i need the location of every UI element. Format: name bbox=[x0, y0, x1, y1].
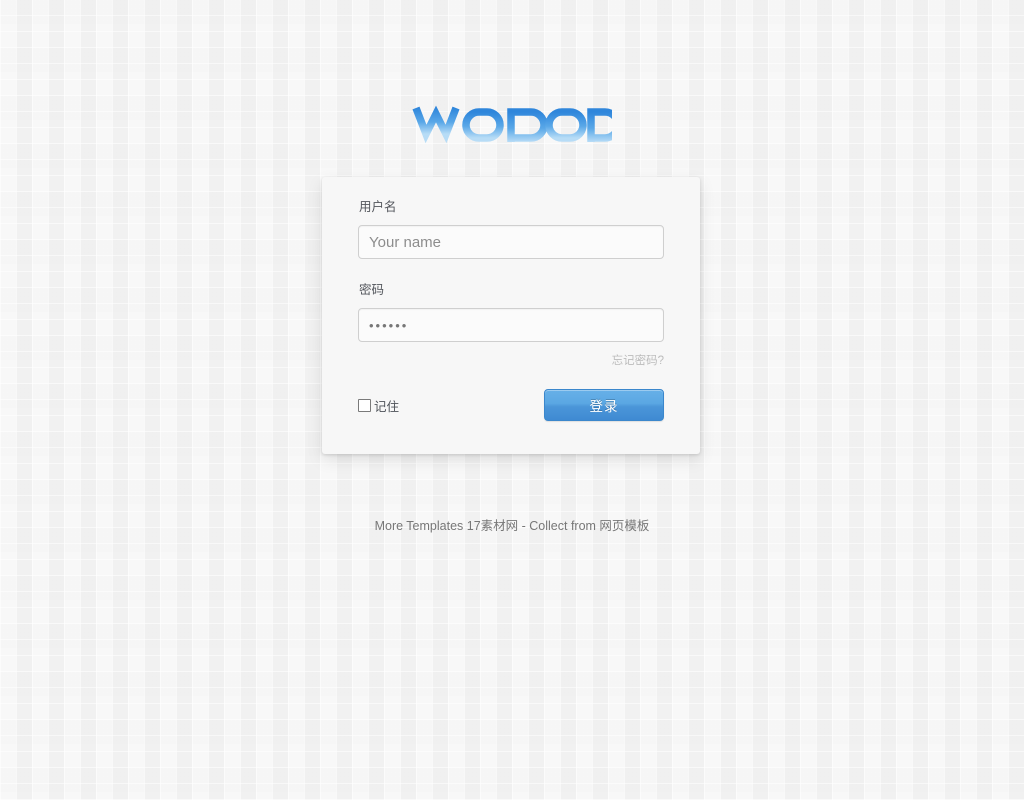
remember-me-control[interactable]: 记住 bbox=[358, 396, 399, 415]
brand-logo: wopop bbox=[0, 100, 1024, 150]
forgot-password-link[interactable]: 忘记密码? bbox=[612, 355, 664, 367]
password-input[interactable] bbox=[358, 308, 664, 342]
forgot-password-row: 忘记密码? bbox=[358, 351, 664, 367]
username-label: 用户名 bbox=[359, 200, 397, 214]
login-button[interactable]: 登录 bbox=[544, 389, 664, 421]
remember-me-label: 记住 bbox=[374, 399, 400, 414]
form-actions: 记住 登录 bbox=[358, 389, 664, 421]
footer-text: More Templates 17素材网 - Collect from 网页模板 bbox=[374, 519, 650, 533]
login-page: wopop 用户名 密码 忘记密码? 记住 登录 More Templates … bbox=[0, 0, 1024, 800]
wopop-logo-icon bbox=[412, 105, 612, 144]
username-input[interactable] bbox=[358, 225, 664, 259]
login-card: 用户名 密码 忘记密码? 记住 登录 bbox=[322, 177, 700, 454]
remember-me-checkbox[interactable] bbox=[358, 398, 371, 412]
password-label: 密码 bbox=[359, 283, 385, 297]
